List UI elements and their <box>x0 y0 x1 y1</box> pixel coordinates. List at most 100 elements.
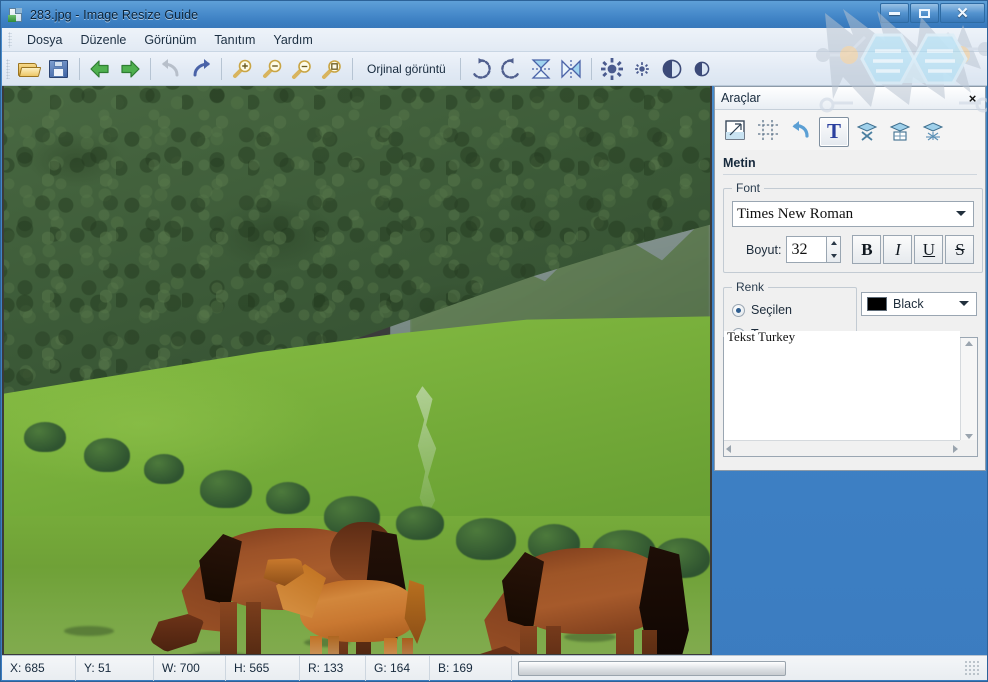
scroll-down-icon[interactable] <box>965 434 973 439</box>
color-value-label: Black <box>893 297 924 311</box>
text-input-container[interactable] <box>723 331 978 457</box>
watermark-image-tool-button[interactable] <box>885 117 915 147</box>
shrub <box>144 454 184 484</box>
next-image-button[interactable] <box>115 54 145 84</box>
image-canvas-area[interactable]: www.fullcrackindir.com <box>2 86 712 657</box>
scroll-left-icon[interactable] <box>726 444 731 453</box>
minimize-button[interactable] <box>880 3 909 23</box>
zoom-in-button[interactable] <box>227 54 257 84</box>
scrollbar-corner <box>960 440 977 456</box>
radio-selected-icon[interactable] <box>732 303 745 317</box>
zoom-out-icon <box>260 57 284 81</box>
toolbar-grip[interactable] <box>6 58 10 79</box>
color-group-legend: Renk <box>736 280 765 294</box>
radio-selected-label: Seçilen <box>751 303 792 317</box>
watermark-remove-tool-button[interactable] <box>852 117 882 147</box>
font-size-down-button[interactable] <box>827 250 840 263</box>
shrub <box>266 482 310 514</box>
toolbar-separator <box>590 57 592 80</box>
status-color-red: R: 133 <box>300 655 366 681</box>
tools-panel-close-icon[interactable]: × <box>964 90 981 107</box>
application-window: 283.jpg - Image Resize Guide ✕ Dosya Düz… <box>0 0 988 682</box>
color-mode-selected-row[interactable]: Seçilen <box>732 303 848 317</box>
loaded-image[interactable]: www.fullcrackindir.com <box>4 86 710 654</box>
contrast-decrease-icon <box>690 57 714 81</box>
text-horizontal-scrollbar[interactable] <box>724 440 960 456</box>
toolbar-separator <box>352 57 353 80</box>
menu-item-tanitim[interactable]: Tanıtım <box>205 30 264 50</box>
status-bar: X: 685 Y: 51 W: 700 H: 565 R: 133 G: 164… <box>2 655 987 681</box>
brightness-increase-icon <box>600 57 624 81</box>
rotate-tool-icon <box>790 119 812 144</box>
menu-item-yardim[interactable]: Yardım <box>264 30 321 50</box>
text-vertical-scrollbar[interactable] <box>960 338 977 442</box>
section-divider <box>723 174 977 175</box>
flip-vertical-button[interactable] <box>526 54 556 84</box>
font-size-label: Boyut: <box>746 242 782 257</box>
tools-button-strip: T <box>715 110 985 150</box>
zoom-fit-button[interactable] <box>287 54 317 84</box>
redo-icon <box>189 57 213 81</box>
status-color-blue: B: 169 <box>430 655 512 681</box>
status-image-height: H: 565 <box>226 655 300 681</box>
color-combo[interactable]: Black <box>861 292 977 316</box>
zoom-actual-icon <box>320 57 344 81</box>
menu-item-dosya[interactable]: Dosya <box>18 30 71 50</box>
maximize-button[interactable] <box>910 3 939 23</box>
zoom-out-button[interactable] <box>257 54 287 84</box>
crop-tool-button[interactable] <box>753 117 783 147</box>
close-button[interactable]: ✕ <box>940 3 985 23</box>
rotate-cw-button[interactable] <box>466 54 496 84</box>
font-size-stepper[interactable] <box>786 236 842 263</box>
previous-image-icon <box>88 57 112 81</box>
menu-item-gorunum[interactable]: Görünüm <box>135 30 205 50</box>
watermark-remove-tool-icon <box>856 119 878 144</box>
menubar-grip[interactable] <box>8 31 12 48</box>
font-size-spin-buttons[interactable] <box>826 236 842 263</box>
brightness-decrease-button[interactable] <box>627 54 657 84</box>
grass-tuft <box>64 626 114 636</box>
zoom-actual-button[interactable] <box>317 54 347 84</box>
font-family-combo[interactable]: Times New Roman <box>732 201 975 227</box>
italic-button[interactable]: I <box>883 235 913 264</box>
text-content-input[interactable] <box>724 331 960 435</box>
flip-horizontal-button[interactable] <box>556 54 586 84</box>
flip-horizontal-icon <box>559 57 583 81</box>
undo-button[interactable] <box>156 54 186 84</box>
scroll-right-icon[interactable] <box>953 444 958 453</box>
font-size-input[interactable] <box>786 236 827 263</box>
progress-bar <box>518 660 786 676</box>
original-view-button[interactable]: Orjinal görüntü <box>358 57 455 81</box>
resize-tool-button[interactable] <box>720 117 750 147</box>
tools-panel-titlebar: Araçlar × <box>715 87 985 110</box>
previous-image-button[interactable] <box>85 54 115 84</box>
rotate-ccw-button[interactable] <box>496 54 526 84</box>
status-progress-cell <box>512 660 987 676</box>
scroll-up-icon[interactable] <box>965 341 973 346</box>
strikethrough-button[interactable]: S <box>945 235 975 264</box>
window-resize-grip[interactable] <box>964 660 980 676</box>
save-file-icon <box>47 57 71 81</box>
toolbar-separator <box>459 57 461 80</box>
menu-item-duzenle[interactable]: Düzenle <box>71 30 135 50</box>
contrast-decrease-button[interactable] <box>687 54 717 84</box>
toolbar-separator <box>150 57 151 80</box>
rotate-cw-icon <box>469 57 493 81</box>
open-file-icon <box>17 57 42 81</box>
underline-button[interactable]: U <box>914 235 944 264</box>
open-file-button[interactable] <box>14 54 44 84</box>
contrast-increase-button[interactable] <box>657 54 687 84</box>
save-file-button[interactable] <box>44 54 74 84</box>
rotate-tool-button[interactable] <box>786 117 816 147</box>
status-cursor-x: X: 685 <box>2 655 76 681</box>
watermark-effect-tool-button[interactable] <box>918 117 948 147</box>
contrast-increase-icon <box>660 57 684 81</box>
font-family-select[interactable]: Times New Roman <box>732 201 975 227</box>
bold-button[interactable]: B <box>852 235 882 264</box>
font-size-up-button[interactable] <box>827 237 840 250</box>
brightness-increase-button[interactable] <box>597 54 627 84</box>
status-image-width: W: 700 <box>154 655 226 681</box>
main-toolbar: Orjinal görüntü <box>2 52 987 86</box>
redo-button[interactable] <box>186 54 216 84</box>
text-tool-button[interactable]: T <box>819 116 849 147</box>
